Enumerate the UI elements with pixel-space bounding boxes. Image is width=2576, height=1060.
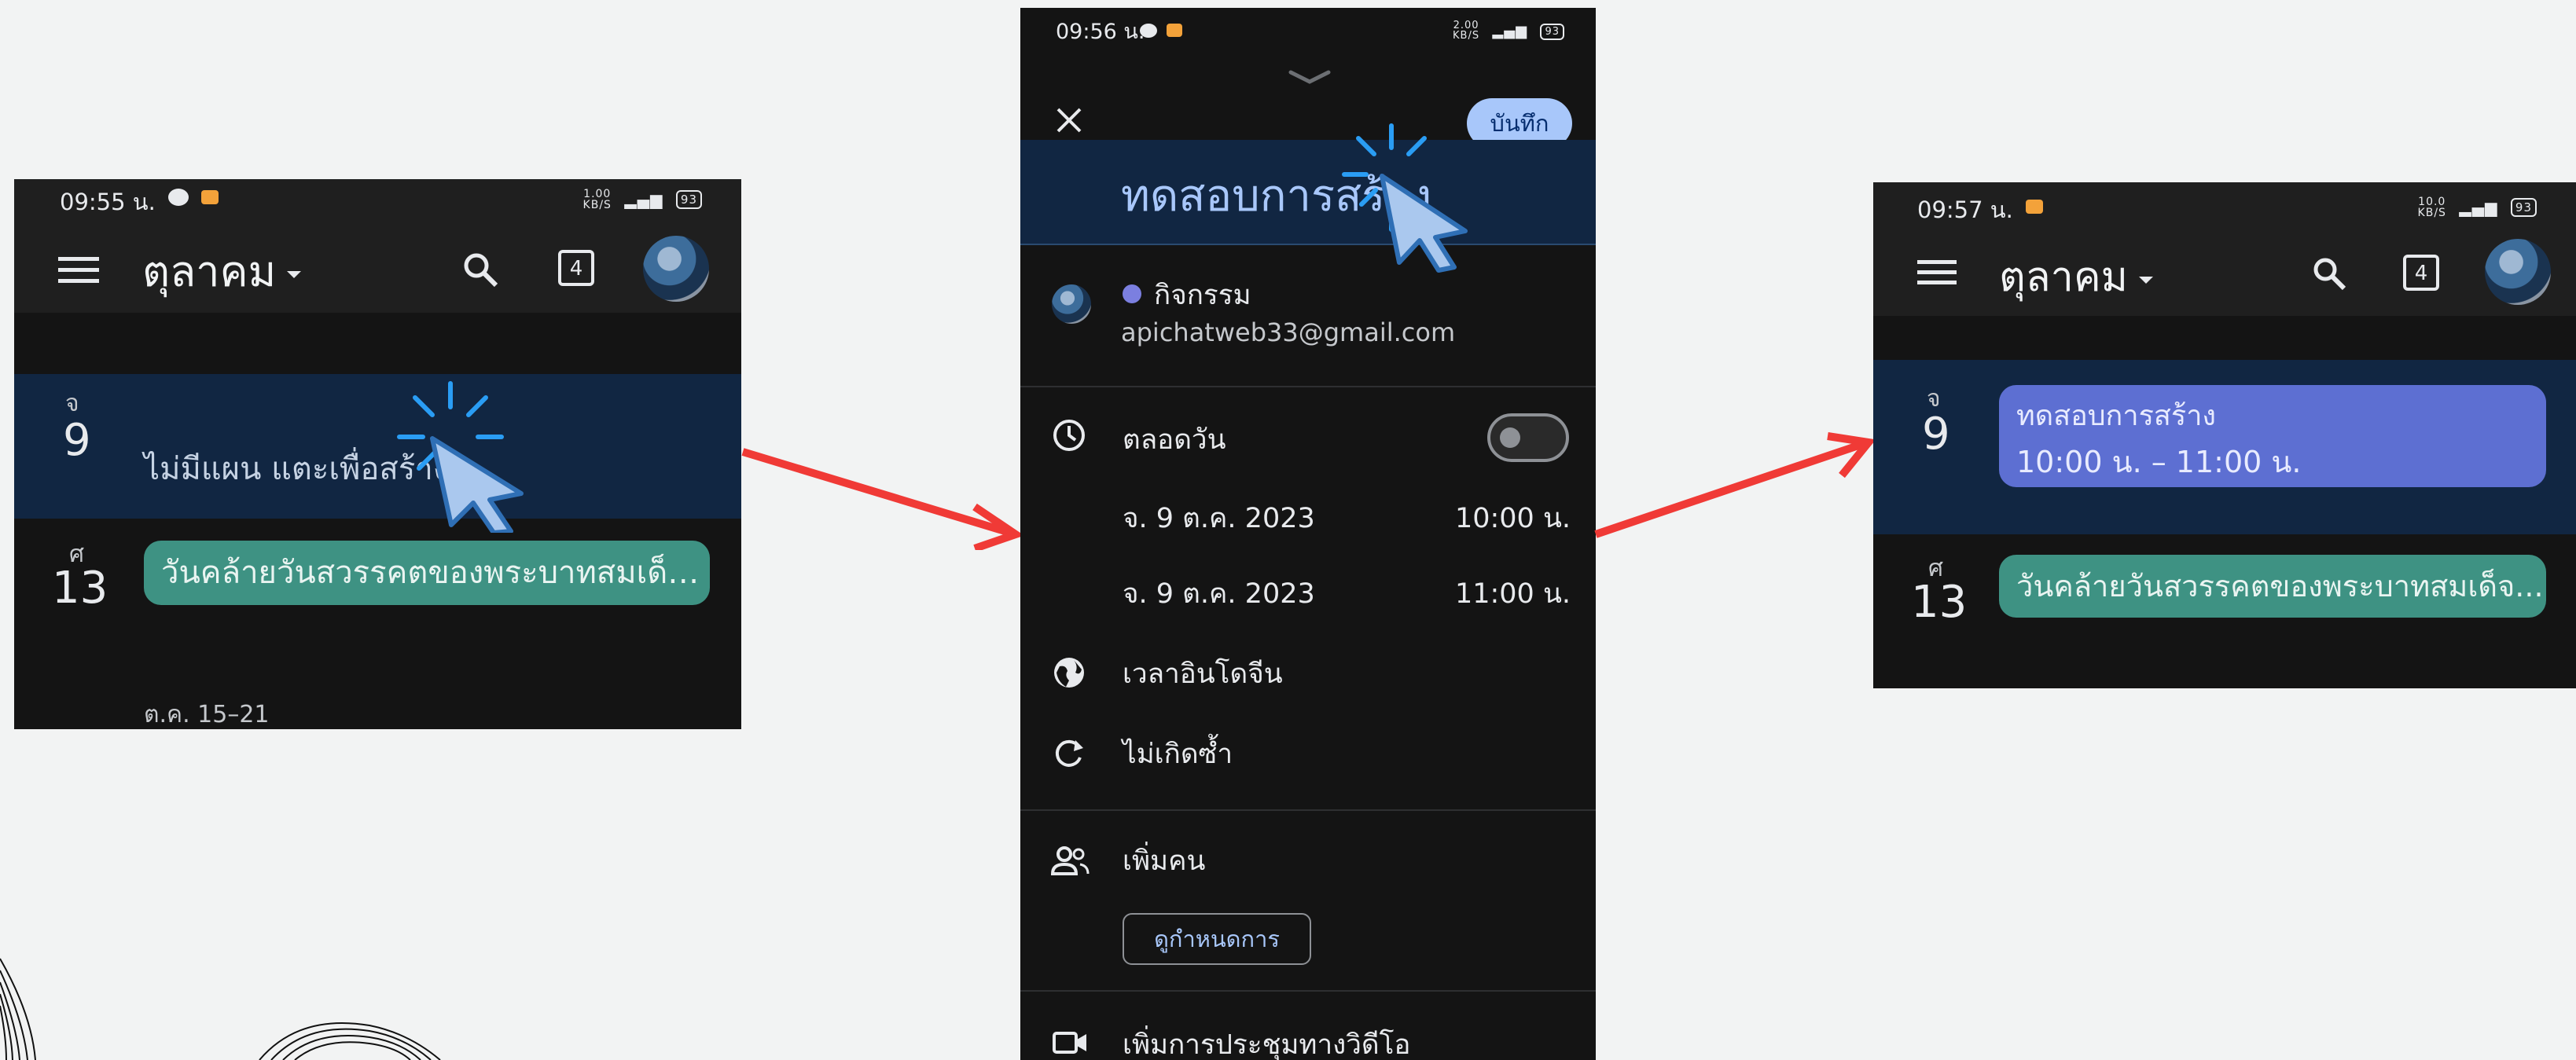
- today-icon[interactable]: 4: [558, 250, 594, 286]
- line-app-icon: [1140, 24, 1157, 38]
- toggle-knob: [1500, 427, 1520, 448]
- divider: [1020, 386, 1596, 387]
- account-email[interactable]: apichatweb33@gmail.com: [1121, 317, 1455, 347]
- month-selector[interactable]: ตุลาคม: [142, 237, 302, 305]
- video-camera-icon: [1053, 1032, 1086, 1054]
- week-range-label: ต.ค. 15–21: [144, 701, 270, 728]
- game-app-icon: [2026, 200, 2043, 214]
- day-row-mon-9: จ 9 ทดสอบการสร้าง 10:00 น. – 11:00 น.: [1873, 360, 2576, 534]
- all-day-label: ตลอดวัน: [1123, 424, 1226, 456]
- day-number: 9: [1922, 409, 1950, 460]
- calendar-type-label[interactable]: กิจกรรม: [1154, 273, 1251, 317]
- line-app-icon: [168, 189, 189, 206]
- add-video-label[interactable]: เพิ่มการประชุมทางวิดีโอ: [1123, 1023, 1410, 1060]
- timezone-label[interactable]: เวลาอินโดจีน: [1123, 652, 1283, 695]
- battery-icon: 93: [675, 190, 702, 209]
- title-field[interactable]: ทดสอบการสร้าง: [1020, 140, 1596, 245]
- divider: [1020, 809, 1596, 811]
- network-speed: 1.00 KB/S: [582, 188, 612, 211]
- view-schedule-button[interactable]: ดูกำหนดการ: [1123, 913, 1311, 965]
- app-toolbar: ตุลาคม 4: [14, 226, 741, 313]
- divider: [1020, 990, 1596, 992]
- search-icon[interactable]: [2310, 255, 2348, 292]
- repeat-label[interactable]: ไม่เกิดซ้ำ: [1123, 732, 1233, 776]
- add-people-label[interactable]: เพิ่มคน: [1123, 839, 1205, 882]
- event-title: ทดสอบการสร้าง: [2016, 400, 2217, 432]
- click-cursor-icon: [397, 381, 524, 533]
- flow-arrow-1: [741, 448, 1025, 550]
- calendar-screen-after: 09:57 น. 10.0 KB/S ▂▄▆ 93 ตุลาคม 4 จ 9 ทด…: [1873, 182, 2576, 688]
- search-icon[interactable]: [461, 250, 500, 289]
- event-chip-new[interactable]: ทดสอบการสร้าง 10:00 น. – 11:00 น.: [1999, 385, 2546, 487]
- month-selector[interactable]: ตุลาคม: [1999, 244, 2153, 309]
- start-date[interactable]: จ. 9 ต.ค. 2023: [1123, 497, 1315, 540]
- network-speed: 2.00 KB/S: [1453, 20, 1480, 42]
- avatar[interactable]: [2485, 239, 2551, 305]
- account-avatar: [1052, 284, 1091, 324]
- status-bar: 09:55 น. 1.00 KB/S ▂▄▆ 93: [14, 179, 741, 226]
- calendar-screen-before: 09:55 น. 1.00 KB/S ▂▄▆ 93 ตุลาคม 4 จ 9 ไม…: [14, 179, 741, 729]
- game-app-icon: [201, 190, 219, 204]
- globe-icon: [1054, 658, 1084, 688]
- status-bar: 09:57 น. 10.0 KB/S ▂▄▆ 93: [1873, 182, 2576, 229]
- event-editor-screen: 09:56 น. 2.00 KB/S ▂▄▆ 93 บันทึก ทดสอบการ…: [1020, 8, 1596, 1060]
- status-time: 09:55 น.: [60, 189, 156, 215]
- menu-icon[interactable]: [58, 255, 99, 286]
- end-time[interactable]: 11:00 น.: [1455, 572, 1571, 615]
- flow-arrow-2: [1594, 432, 1876, 538]
- close-icon[interactable]: [1055, 106, 1083, 134]
- battery-icon: 93: [1540, 24, 1564, 40]
- game-app-icon: [1167, 24, 1182, 37]
- day-number: 13: [52, 563, 108, 614]
- battery-icon: 93: [2510, 198, 2537, 217]
- day-row-fri-13: ศ 13 วันคล้ายวันสวรรคตของพระบาทสมเด็จ...: [14, 519, 741, 621]
- chevron-down-icon: [2138, 276, 2153, 284]
- drag-handle-icon[interactable]: [1288, 69, 1332, 85]
- network-speed: 10.0 KB/S: [2417, 196, 2446, 219]
- start-time[interactable]: 10:00 น.: [1455, 497, 1571, 540]
- all-day-toggle[interactable]: [1487, 413, 1569, 462]
- click-cursor-icon: [1342, 123, 1468, 273]
- menu-icon[interactable]: [1917, 258, 1957, 288]
- people-icon: [1050, 846, 1090, 875]
- today-icon[interactable]: 4: [2403, 255, 2439, 291]
- day-number: 9: [63, 415, 91, 466]
- signal-icon: ▂▄▆: [2459, 198, 2498, 217]
- signal-icon: ▂▄▆: [1492, 22, 1528, 39]
- calendar-color-dot: [1123, 284, 1141, 303]
- decorative-curves: [0, 958, 441, 1060]
- event-chip-holiday[interactable]: วันคล้ายวันสวรรคตของพระบาทสมเด็จ...: [144, 541, 710, 605]
- end-date[interactable]: จ. 9 ต.ค. 2023: [1123, 572, 1315, 615]
- clock-icon: [1053, 420, 1085, 451]
- status-time: 09:57 น.: [1917, 196, 2013, 223]
- avatar[interactable]: [643, 236, 709, 302]
- chevron-down-icon: [287, 270, 302, 278]
- repeat-icon: [1055, 739, 1083, 767]
- status-time: 09:56 น.: [1056, 20, 1145, 44]
- event-chip-holiday[interactable]: วันคล้ายวันสวรรคตของพระบาทสมเด็จ...: [1999, 555, 2546, 618]
- day-number: 13: [1911, 577, 1968, 628]
- event-time: 10:00 น. – 11:00 น.: [2016, 445, 2302, 479]
- app-toolbar: ตุลาคม 4: [1873, 229, 2576, 316]
- day-row-fri-13: ศ 13 วันคล้ายวันสวรรคตของพระบาทสมเด็จ...: [1873, 534, 2576, 652]
- signal-icon: ▂▄▆: [624, 190, 663, 209]
- status-bar: 09:56 น. 2.00 KB/S ▂▄▆ 93: [1020, 8, 1596, 55]
